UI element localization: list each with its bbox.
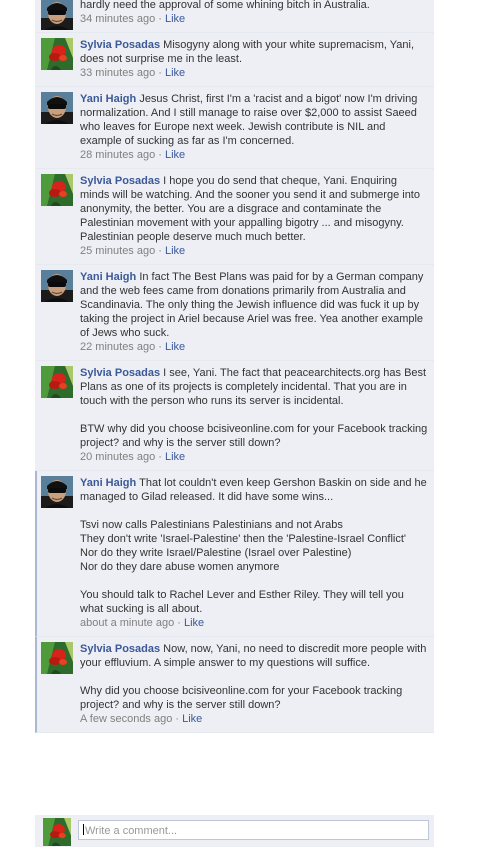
comment-meta: 20 minutes ago · Like: [80, 451, 428, 464]
comment-body: hardly need the approval of some whining…: [80, 0, 428, 12]
comment-body: Yani Haigh That lot couldn't even keep G…: [80, 476, 428, 616]
like-link[interactable]: Like: [165, 451, 185, 463]
comment-item: Sylvia Posadas Now, now, Yani, no need t…: [35, 637, 434, 733]
comment-timestamp[interactable]: 25 minutes ago: [80, 245, 155, 257]
like-link[interactable]: Like: [165, 341, 185, 353]
meta-separator: ·: [155, 451, 165, 463]
comment-timestamp[interactable]: 20 minutes ago: [80, 451, 155, 463]
comment-meta: 28 minutes ago · Like: [80, 149, 428, 162]
comment-thread: hardly need the approval of some whining…: [35, 0, 434, 733]
like-link[interactable]: Like: [165, 245, 185, 257]
comment-author-link[interactable]: Yani Haigh: [80, 271, 136, 283]
comment-timestamp[interactable]: 34 minutes ago: [80, 13, 155, 25]
avatar[interactable]: [41, 270, 73, 302]
avatar[interactable]: [41, 38, 73, 70]
comment-author-link[interactable]: Yani Haigh: [80, 93, 136, 105]
comment-item: Yani Haigh Jesus Christ, first I'm a 'ra…: [35, 87, 434, 169]
comment-input-placeholder: Write a comment...: [85, 825, 178, 837]
comment-body: Sylvia Posadas Now, now, Yani, no need t…: [80, 642, 428, 712]
avatar[interactable]: [41, 0, 73, 30]
comment-item: Sylvia Posadas Misogyny along with your …: [35, 33, 434, 87]
avatar[interactable]: [41, 818, 73, 846]
comment-composer: Write a comment...: [35, 815, 434, 847]
meta-separator: ·: [155, 149, 165, 161]
like-link[interactable]: Like: [184, 617, 204, 629]
comment-meta: A few seconds ago · Like: [80, 713, 428, 726]
comment-timestamp[interactable]: 28 minutes ago: [80, 149, 155, 161]
meta-separator: ·: [174, 617, 184, 629]
comment-text: hardly need the approval of some whining…: [80, 0, 370, 11]
comment-input[interactable]: Write a comment...: [78, 820, 429, 840]
comment-body: Sylvia Posadas I hope you do send that c…: [80, 174, 428, 244]
like-link[interactable]: Like: [165, 13, 185, 25]
text-cursor: [83, 824, 84, 835]
comment-body: Sylvia Posadas Misogyny along with your …: [80, 38, 428, 66]
like-link[interactable]: Like: [182, 713, 202, 725]
comment-meta: 34 minutes ago · Like: [80, 13, 428, 26]
meta-separator: ·: [155, 67, 165, 79]
comment-timestamp[interactable]: 22 minutes ago: [80, 341, 155, 353]
comment-body: Sylvia Posadas I see, Yani. The fact tha…: [80, 366, 428, 450]
meta-separator: ·: [155, 13, 165, 25]
comment-item: Sylvia Posadas I hope you do send that c…: [35, 169, 434, 265]
avatar[interactable]: [41, 642, 73, 674]
comment-body: Yani Haigh Jesus Christ, first I'm a 'ra…: [80, 92, 428, 148]
comment-text: I see, Yani. The fact that peacearchitec…: [80, 367, 428, 449]
meta-separator: ·: [172, 713, 183, 725]
comment-author-link[interactable]: Yani Haigh: [80, 477, 136, 489]
like-link[interactable]: Like: [165, 67, 185, 79]
comment-meta: 22 minutes ago · Like: [80, 341, 428, 354]
comment-meta: about a minute ago · Like: [80, 617, 428, 630]
comment-author-link[interactable]: Sylvia Posadas: [80, 175, 160, 187]
avatar[interactable]: [41, 92, 73, 124]
comment-timestamp[interactable]: 33 minutes ago: [80, 67, 155, 79]
comment-item: Yani Haigh That lot couldn't even keep G…: [35, 471, 434, 637]
comment-item: Yani Haigh In fact The Best Plans was pa…: [35, 265, 434, 361]
comment-item: Sylvia Posadas I see, Yani. The fact tha…: [35, 361, 434, 471]
comment-author-link[interactable]: Sylvia Posadas: [80, 643, 160, 655]
like-link[interactable]: Like: [165, 149, 185, 161]
comment-timestamp[interactable]: A few seconds ago: [80, 713, 172, 725]
meta-separator: ·: [155, 341, 165, 353]
comment-meta: 33 minutes ago · Like: [80, 67, 428, 80]
comment-author-link[interactable]: Sylvia Posadas: [80, 39, 160, 51]
comment-meta: 25 minutes ago · Like: [80, 245, 428, 258]
avatar[interactable]: [41, 476, 73, 508]
meta-separator: ·: [155, 245, 165, 257]
comment-author-link[interactable]: Sylvia Posadas: [80, 367, 160, 379]
comment-timestamp[interactable]: about a minute ago: [80, 617, 174, 629]
comment-text: That lot couldn't even keep Gershon Bask…: [80, 477, 427, 615]
comment-item: hardly need the approval of some whining…: [35, 0, 434, 33]
comment-body: Yani Haigh In fact The Best Plans was pa…: [80, 270, 428, 340]
avatar[interactable]: [41, 366, 73, 398]
avatar[interactable]: [41, 174, 73, 206]
